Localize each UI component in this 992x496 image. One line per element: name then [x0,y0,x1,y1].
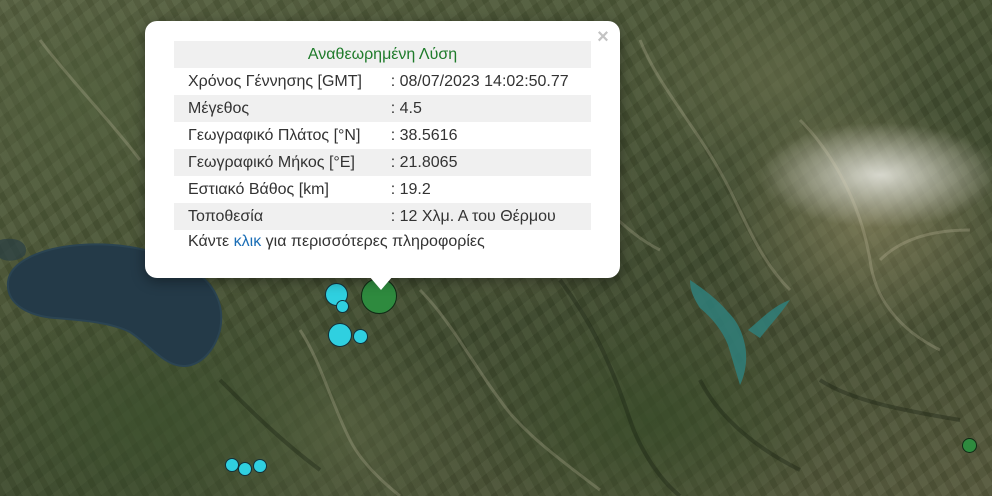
reservoir [690,280,790,385]
earthquake-marker-green[interactable] [962,438,977,453]
row-label: Χρόνος Γέννησης [GMT] [188,72,362,90]
row-value: : 38.5616 [390,126,458,144]
earthquake-marker[interactable] [353,329,368,344]
table-row: Γεωγραφικό Πλάτος [°N] : 38.5616 [174,122,591,149]
table-row: Γεωγραφικό Μήκος [°E] : 21.8065 [174,149,591,176]
table-row: Αναθεωρημένη Λύση [174,41,591,68]
close-icon[interactable]: × [594,27,612,47]
row-label: Εστιακό Βάθος [km] [188,180,329,198]
table-row: Τοποθεσία : 12 Χλμ. Α του Θέρμου [174,203,591,230]
row-value: : 08/07/2023 14:02:50.77 [390,72,569,90]
more-info-link[interactable]: κλικ [234,233,262,250]
row-value: : 19.2 [390,180,431,198]
earthquake-marker[interactable] [336,300,349,313]
earthquake-marker[interactable] [328,323,352,347]
earthquake-marker[interactable] [238,462,252,476]
lake-edge [0,238,26,261]
more-suffix: για περισσότερες πληροφορίες [265,233,485,250]
table-row: Εστιακό Βάθος [km] : 19.2 [174,176,591,203]
popup-title: Αναθεωρημένη Λύση [174,41,591,68]
earthquake-info-popup: × Αναθεωρημένη Λύση Χρόνος Γέννησης [GMT… [145,21,620,278]
more-prefix: Κάντε [188,233,230,250]
valleys [218,278,961,496]
row-label: Μέγεθος [174,95,385,122]
row-value: : 12 Χλμ. Α του Θέρμου [384,203,591,230]
earthquake-details-table: Αναθεωρημένη Λύση Χρόνος Γέννησης [GMT] … [174,41,591,230]
row-label: Τοποθεσία [174,203,385,230]
earthquake-marker[interactable] [253,459,267,473]
row-value: : 4.5 [384,95,591,122]
table-row: Χρόνος Γέννησης [GMT] : 08/07/2023 14:02… [174,68,591,95]
more-info-line: Κάντε κλικ για περισσότερες πληροφορίες [188,233,485,251]
table-row: Μέγεθος : 4.5 [174,95,591,122]
row-label: Γεωγραφικό Μήκος [°E] [174,149,385,176]
row-label: Γεωγραφικό Πλάτος [°N] [188,126,361,144]
row-value: : 21.8065 [384,149,591,176]
earthquake-marker[interactable] [225,458,239,472]
popup-tip [369,276,393,290]
